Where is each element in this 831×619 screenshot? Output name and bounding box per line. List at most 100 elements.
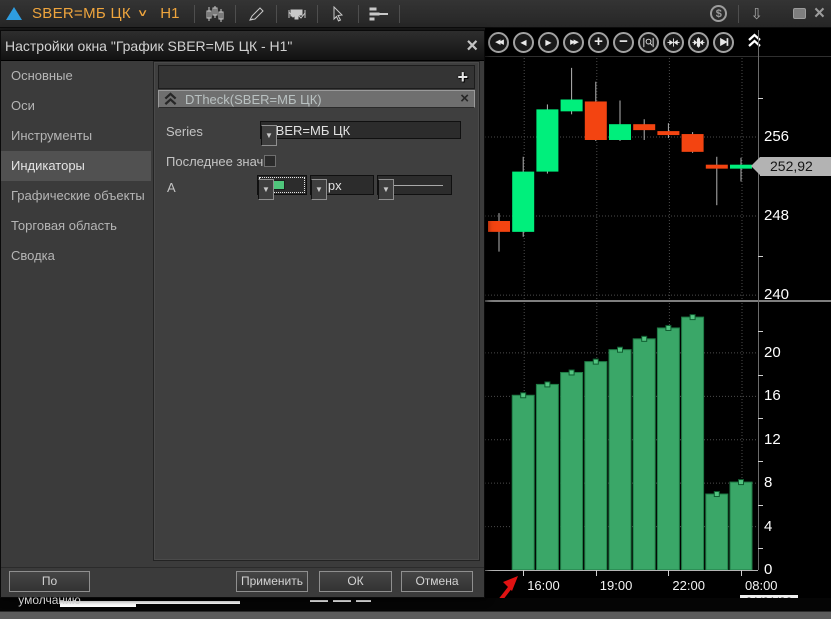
main-toolbar: SBER=МБ ЦК ∨ H1 [0,0,831,28]
indicator-list-bar: + [158,65,475,89]
toolbar-separator [399,5,400,23]
compress-horizontal-button[interactable] [663,32,684,53]
volume-profile-icon[interactable] [286,4,308,24]
dialog-sidebar: ОсновныеОсиИнструментыИндикаторыГрафичес… [1,61,151,569]
sidebar-item-графические-объекты[interactable]: Графические объекты [1,181,151,211]
line-row-label: A [167,180,176,195]
ok-button[interactable]: ОК [319,571,392,592]
cancel-button[interactable]: Отмена [401,571,473,592]
time-axis-tick [741,570,742,576]
quote-levels-icon[interactable] [368,4,390,24]
time-axis-tick-label: 16:00 [527,578,560,593]
dialog-close-icon[interactable]: × [466,38,478,54]
symbol-dropdown-chevron-icon[interactable]: ∨ [137,8,149,19]
window-bottom-edge [0,611,831,619]
price-axis-tick-label: 248 [764,207,789,225]
scroll-left-fast-button[interactable]: ◀◀ [488,32,509,53]
volume-axis-minor-tick [758,461,763,462]
price-axis-minor-tick [758,98,763,99]
toolbar-separator [738,5,739,23]
occluded-text-fragment [136,601,240,604]
zoom-out-button[interactable]: − [613,32,634,53]
line-width-dropdown[interactable]: 1 px ▼ [310,175,374,195]
price-axis-minor-tick [758,256,763,257]
symbol-selector[interactable]: SBER=МБ ЦК [32,5,131,22]
toolbar-separator [276,5,277,23]
volume-axis-tick-label: 16 [764,387,781,405]
sidebar-item-инструменты[interactable]: Инструменты [1,121,151,151]
toolbar-separator [358,5,359,23]
remove-indicator-icon[interactable]: × [460,93,469,105]
app-logo-triangle-icon [6,7,22,20]
time-axis-line [485,570,758,571]
last-value-checkbox[interactable] [264,155,276,167]
volume-axis-tick-label: 4 [764,518,772,536]
add-indicator-button[interactable]: + [457,69,468,85]
series-label: Series [166,124,203,139]
last-price-tag: 252,92 [760,157,831,176]
volume-axis-minor-tick [758,505,763,506]
draw-pencil-icon[interactable] [245,4,267,24]
zoom-area-button[interactable] [638,32,659,53]
sidebar-item-сводка[interactable]: Сводка [1,241,151,271]
chevron-down-icon[interactable]: ▼ [378,179,394,200]
occluded-text-fragment [356,600,371,602]
candlestick-chart[interactable] [485,58,758,302]
close-window-icon[interactable]: × [814,8,825,19]
sidebar-item-индикаторы[interactable]: Индикаторы [1,151,151,181]
scroll-right-button[interactable]: ▶ [538,32,559,53]
chevron-down-icon[interactable]: ▼ [258,179,274,200]
scroll-right-fast-button[interactable]: ▶▶ [563,32,584,53]
toolbar-separator [235,5,236,23]
price-axis-line [758,30,759,570]
occluded-text-fragment [310,600,328,602]
timeframe-button[interactable]: H1 [160,5,179,22]
series-dropdown[interactable]: SBER=МБ ЦК ▼ [260,121,461,139]
dialog-footer: По умолчанию Применить ОК Отмена [1,567,484,593]
indicators-panel: + DTheck(SBER=МБ ЦК) × Series SBER=МБ ЦК… [153,61,480,561]
volume-axis-tick-label: 20 [764,344,781,362]
line-style-dropdown[interactable]: ▼ [377,175,452,195]
chevron-down-icon[interactable]: ▼ [311,179,327,200]
cursor-icon[interactable] [327,4,349,24]
app-window: SBER=МБ ЦК ∨ H1 [0,0,831,619]
candlestick-chart-icon[interactable] [204,4,226,24]
line-color-dropdown[interactable]: ▼ [257,175,307,195]
collapse-indicator-icon[interactable] [164,92,177,106]
settings-dialog: Настройки окна "График SBER=МБ ЦК - H1" … [0,30,485,598]
indicator-header[interactable]: DTheck(SBER=МБ ЦК) × [158,90,475,108]
chart-nav-toolbar: ◀◀◀▶▶▶+− [485,28,758,56]
scroll-left-button[interactable]: ◀ [513,32,534,53]
restore-window-icon[interactable] [793,8,806,19]
occluded-text-fragment [333,600,351,602]
price-axis-tick-label: 256 [764,128,789,146]
volume-axis-tick-label: 0 [764,561,772,579]
volume-axis-minor-tick [758,418,763,419]
fit-scale-button[interactable] [688,32,709,53]
sidebar-item-оси[interactable]: Оси [1,91,151,121]
zoom-in-button[interactable]: + [588,32,609,53]
volume-chart[interactable] [485,303,758,570]
volume-axis-minor-tick [758,548,763,549]
money-icon[interactable]: $ [710,5,727,22]
apply-button[interactable]: Применить [236,571,308,592]
price-axis-tick-label: 240 [764,286,789,304]
line-style-sample [386,185,443,186]
indicator-title: DTheck(SBER=МБ ЦК) [185,92,322,107]
time-axis-tick [596,570,597,576]
time-axis-tick-label: 08:00 [745,578,778,593]
dialog-title: Настройки окна "График SBER=МБ ЦК - H1" [5,38,292,54]
toolbar-separator [317,5,318,23]
sidebar-item-торговая-область[interactable]: Торговая область [1,211,151,241]
last-value-label: Последнее знач. [166,154,267,169]
volume-axis-minor-tick [758,375,763,376]
volume-axis-minor-tick [758,331,763,332]
chevron-down-icon[interactable]: ▼ [261,125,277,146]
go-to-end-button[interactable] [713,32,734,53]
defaults-button[interactable]: По умолчанию [9,571,90,592]
toolbar-separator [194,5,195,23]
dialog-title-bar[interactable]: Настройки окна "График SBER=МБ ЦК - H1" … [1,31,484,61]
download-icon[interactable]: ⇩ [750,5,763,23]
collapse-price-panel-icon[interactable] [748,33,761,48]
sidebar-item-основные[interactable]: Основные [1,61,151,91]
